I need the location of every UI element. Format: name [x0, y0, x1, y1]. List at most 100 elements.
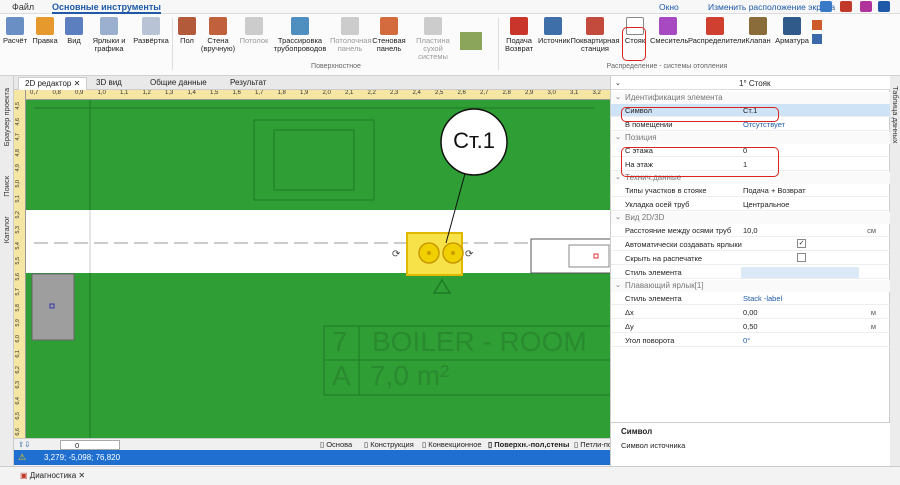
wall-button[interactable]: Стена (вручную)	[200, 16, 236, 53]
distributors-button[interactable]: Распределители	[688, 16, 746, 45]
warning-icon[interactable]: ⚠	[18, 452, 26, 463]
layer-construction[interactable]: ▯ Конструкция	[364, 440, 414, 449]
element-dropdown-icon[interactable]: ⌄	[615, 79, 621, 87]
valve-button[interactable]: Клапан	[744, 16, 772, 45]
supply-return-button[interactable]: Подача Возврат	[502, 16, 536, 53]
wall-panel-button[interactable]: Стеновая панель	[372, 16, 406, 53]
property-value[interactable]: Центральное	[743, 200, 789, 209]
property-section[interactable]: ⌄ Плавающий ярлык[1]	[611, 280, 890, 292]
property-value[interactable]: Stack -label	[743, 294, 782, 303]
property-value[interactable]: 10,0	[743, 226, 758, 235]
view-button[interactable]: Вид	[62, 16, 86, 45]
unfold-button[interactable]: Развёртка	[132, 16, 170, 45]
style-field[interactable]	[741, 267, 859, 278]
property-value[interactable]: ✓	[797, 239, 806, 248]
mixer-button[interactable]: Смеситель	[650, 16, 688, 45]
app-icon[interactable]	[840, 1, 852, 12]
property-row[interactable]: Автоматически создавать ярлыки ✓	[611, 238, 890, 251]
ruler-tick-label: 1,2	[142, 90, 151, 96]
property-row[interactable]: Стиль элемента Stack -label	[611, 292, 890, 305]
property-key: Δy	[625, 322, 634, 331]
property-section[interactable]: ⌄ Позиция	[611, 132, 890, 144]
layout-icon[interactable]	[820, 1, 832, 12]
room-name: BOILER - ROOM	[372, 326, 587, 357]
dry-plate-button[interactable]: Пластина сухой системы	[408, 16, 458, 61]
drawing-canvas[interactable]: ⟳ ⟳ Ст.1 7 BOILER - ROOM A 7,0 m²	[14, 90, 610, 438]
property-value[interactable]	[797, 253, 806, 262]
ruler-tick-label: 6,1	[15, 350, 21, 358]
riser-callout-label[interactable]: Ст.1	[434, 128, 514, 154]
properties-header: ⌄ 1° Стояк	[611, 76, 890, 90]
ruler-tick-label: 5,6	[15, 272, 21, 281]
riser-highlight	[622, 27, 646, 61]
floor-settings-icon[interactable]	[460, 32, 482, 50]
edit-button[interactable]: Правка	[32, 16, 58, 45]
layer-base[interactable]: ▯ Основа	[320, 440, 352, 449]
property-row[interactable]: Типы участков в стояке Подача + Возврат	[611, 184, 890, 197]
layer-nav-icon[interactable]: ⇧⇩	[18, 440, 31, 449]
ruler-tick-label: 4,7	[15, 133, 21, 141]
unfold-icon	[142, 17, 160, 35]
catalog-tab[interactable]: Каталог	[2, 216, 11, 243]
ruler-tick-label: 2,4	[412, 90, 421, 96]
property-row[interactable]: Стиль элемента	[611, 266, 890, 279]
section-title: Позиция	[625, 133, 657, 142]
project-browser-tab[interactable]: Браузер проекта	[2, 88, 11, 146]
property-row[interactable]: Δx 0,00 м	[611, 306, 890, 319]
diagnostics-tab[interactable]: ▣ Диагностика ✕	[20, 471, 85, 480]
layer-select[interactable]: 0	[60, 440, 120, 450]
ceiling-button[interactable]: Потолок	[238, 16, 270, 45]
layer-convection[interactable]: ▯ Конвекционное	[422, 440, 482, 449]
ruler-tick-label: 2,5	[435, 90, 444, 96]
property-value[interactable]: 0°	[743, 336, 750, 345]
supply-return-icon	[510, 17, 528, 35]
rotate-handle-left: ⟳	[392, 249, 401, 260]
apartment-station-button[interactable]: Поквартирная станция	[570, 16, 620, 53]
ruler-tick-label: 6,2	[15, 365, 21, 374]
calculate-button[interactable]: Расчёт	[2, 16, 28, 45]
menu-tab-main-tools[interactable]: Основные инструменты	[52, 2, 161, 14]
ceiling-panel-button[interactable]: Потолочная панель	[330, 16, 372, 53]
property-section[interactable]: ⌄ Вид 2D/3D	[611, 212, 890, 224]
tab-result[interactable]: Результат	[224, 77, 272, 90]
labels-graphics-button[interactable]: Ярлыки и графика	[88, 16, 130, 53]
property-value[interactable]: Подача + Возврат	[743, 186, 806, 195]
ruler-tick-label: 1,5	[210, 90, 219, 96]
window-menu-link[interactable]: Окно	[659, 2, 679, 12]
wall-panel-icon	[380, 17, 398, 35]
property-key: Укладка осей труб	[625, 200, 690, 209]
fittings-button[interactable]: Арматура	[774, 16, 810, 45]
piping-button[interactable]: Трассировка трубопроводов	[272, 16, 328, 53]
group-label-surface: Поверхностное	[311, 63, 361, 70]
collapse-ribbon-icon[interactable]	[878, 1, 890, 12]
property-section[interactable]: ⌄ Идентификация элемента	[611, 92, 890, 104]
menu-tab-file[interactable]: Файл	[12, 2, 34, 12]
small-tool-icon[interactable]	[812, 20, 822, 30]
help-icon[interactable]	[860, 1, 872, 12]
property-value[interactable]: 0,00	[743, 308, 758, 317]
view-icon	[65, 17, 83, 35]
small-tool-icon-2[interactable]	[812, 34, 822, 44]
horizontal-ruler: 0,7 0,8 0,9 1,0 1,1 1,2 1,3 1,4 1,5 1,6 1,7 1,8 1,9 2…	[16, 90, 610, 100]
tab-3d-view[interactable]: 3D вид	[90, 77, 128, 90]
floor-button[interactable]: Пол	[176, 16, 198, 45]
tab-general-data[interactable]: Общие данные	[144, 77, 213, 90]
ruler-tick-label: 2,3	[390, 90, 399, 96]
diagnostics-icon: ▣	[20, 471, 28, 480]
property-row[interactable]: Δy 0,50 м	[611, 320, 890, 333]
ruler-tick-label: 2,7	[480, 90, 489, 96]
search-tab[interactable]: Поиск	[2, 176, 11, 197]
property-row[interactable]: Угол поворота 0°	[611, 334, 890, 347]
layer-surface[interactable]: ▯ Поверхн.-пол,стены	[488, 440, 569, 449]
property-row[interactable]: Расстояние между осями труб 10,0 см	[611, 224, 890, 237]
fittings-icon	[783, 17, 801, 35]
property-value[interactable]: 0,50	[743, 322, 758, 331]
tab-2d-editor[interactable]: 2D редактор ✕	[18, 77, 88, 90]
data-table-tab[interactable]: Таблица данных	[891, 86, 900, 143]
property-unit: м	[870, 322, 876, 331]
change-layout-link[interactable]: Изменить расположение экрана	[708, 2, 835, 12]
ruler-tick-label: 2,1	[345, 90, 354, 96]
property-row[interactable]: Скрыть на распечатке	[611, 252, 890, 265]
property-row[interactable]: Укладка осей труб Центральное	[611, 198, 890, 211]
source-button[interactable]: Источник	[538, 16, 570, 45]
